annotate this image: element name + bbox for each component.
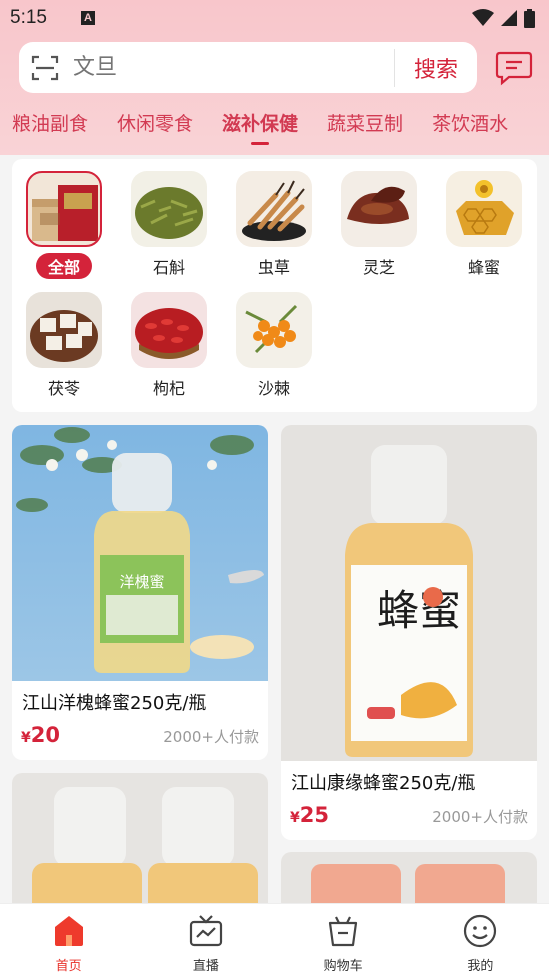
- tab-drinks[interactable]: 茶饮酒水: [420, 106, 508, 142]
- search-button[interactable]: 搜索: [395, 52, 477, 84]
- battery-icon: [524, 8, 535, 28]
- subcategory-dendrobium[interactable]: 石斛: [124, 171, 214, 278]
- nav-label: 我的: [467, 959, 494, 974]
- cart-icon: [329, 916, 358, 947]
- subcategory-goji[interactable]: 枸杞: [124, 292, 214, 399]
- message-icon[interactable]: [495, 50, 533, 86]
- product-title: 江山康缘蜂蜜250克/瓶: [291, 773, 476, 794]
- product-image: [12, 773, 268, 913]
- product-card[interactable]: 洋槐蜜 江山洋槐蜂蜜250克/瓶 ¥ 20 2000+人付款: [12, 425, 268, 760]
- subcategory-poria[interactable]: 茯苓: [19, 292, 109, 399]
- subcategory-all[interactable]: 全部: [19, 171, 109, 279]
- tab-active-indicator: [251, 142, 270, 145]
- all-image: [26, 171, 102, 247]
- subcategory-label: 枸杞: [152, 379, 185, 398]
- subcategory-label: 蜂蜜: [467, 258, 500, 277]
- tab-snacks[interactable]: 休闲零食: [105, 106, 193, 142]
- product-card[interactable]: [12, 773, 268, 913]
- subcategory-honey[interactable]: 蜂蜜: [439, 171, 529, 278]
- tab-vegetables[interactable]: 蔬菜豆制: [315, 106, 403, 142]
- tab-health[interactable]: 滋补保健: [210, 106, 298, 145]
- honey-image: [446, 171, 522, 247]
- status-time: 5:15: [10, 7, 47, 28]
- tv-icon: [189, 915, 222, 947]
- search-bar: 搜索: [19, 42, 477, 93]
- home-icon: [54, 916, 83, 946]
- cordyceps-image: [236, 171, 312, 247]
- category-tabs: 粮油副食 休闲零食 滋补保健 蔬菜豆制 茶饮酒水: [0, 106, 549, 150]
- subcategory-seabuckthorn[interactable]: 沙棘: [229, 292, 319, 399]
- bottle-label: 蜂蜜: [377, 586, 461, 635]
- subcategory-label: 茯苓: [47, 379, 80, 398]
- product-sold-count: 2000+人付款: [163, 728, 259, 746]
- product-price: 20: [30, 723, 60, 747]
- subcategory-label: 灵芝: [362, 258, 395, 277]
- subcategory-label: 石斛: [152, 258, 185, 277]
- subcategory-label: 沙棘: [257, 379, 290, 398]
- nav-me[interactable]: 我的: [412, 904, 549, 977]
- subcategory-panel: 全部 石斛 虫草 灵芝 蜂蜜 茯苓 枸杞 沙棘: [12, 159, 537, 412]
- product-sold-count: 2000+人付款: [432, 808, 528, 826]
- nav-label: 首页: [55, 959, 82, 974]
- scan-icon[interactable]: [31, 54, 59, 82]
- poria-image: [26, 292, 102, 368]
- lingzhi-image: [341, 171, 417, 247]
- subcategory-label: 全部: [35, 253, 92, 279]
- product-title: 江山洋槐蜂蜜250克/瓶: [22, 693, 207, 714]
- search-input[interactable]: [73, 55, 394, 80]
- wifi-icon: [472, 9, 494, 26]
- nav-label: 购物车: [323, 959, 363, 974]
- bottle-label: 洋槐蜜: [119, 573, 164, 591]
- product-price-row: ¥ 25 2000+人付款: [281, 797, 537, 827]
- currency-symbol: ¥: [21, 730, 31, 746]
- product-image: 洋槐蜜: [12, 425, 268, 681]
- status-bar: 5:15 A: [0, 0, 549, 36]
- goji-image: [131, 292, 207, 368]
- subcategory-label: 虫草: [257, 258, 290, 277]
- subcategory-lingzhi[interactable]: 灵芝: [334, 171, 424, 278]
- product-price-row: ¥ 20 2000+人付款: [12, 717, 268, 747]
- notification-a-icon: A: [80, 11, 95, 25]
- smile-icon: [464, 914, 497, 948]
- signal-icon: [501, 10, 517, 26]
- product-price: 25: [299, 803, 329, 827]
- nav-live[interactable]: 直播: [137, 904, 274, 977]
- bottom-nav: 首页 直播 购物车 我的: [0, 903, 549, 977]
- product-card[interactable]: 蜂蜜 江山康缘蜂蜜250克/瓶 ¥ 25 2000+人付款: [281, 425, 537, 840]
- nav-home[interactable]: 首页: [0, 904, 137, 977]
- dendrobium-image: [131, 171, 207, 247]
- nav-cart[interactable]: 购物车: [275, 904, 412, 977]
- subcategory-cordyceps[interactable]: 虫草: [229, 171, 319, 278]
- seabuckthorn-image: [236, 292, 312, 368]
- nav-label: 直播: [192, 959, 219, 974]
- product-image: 蜂蜜: [281, 425, 537, 761]
- tab-grain-oil[interactable]: 粮油副食: [0, 106, 88, 142]
- currency-symbol: ¥: [290, 810, 300, 826]
